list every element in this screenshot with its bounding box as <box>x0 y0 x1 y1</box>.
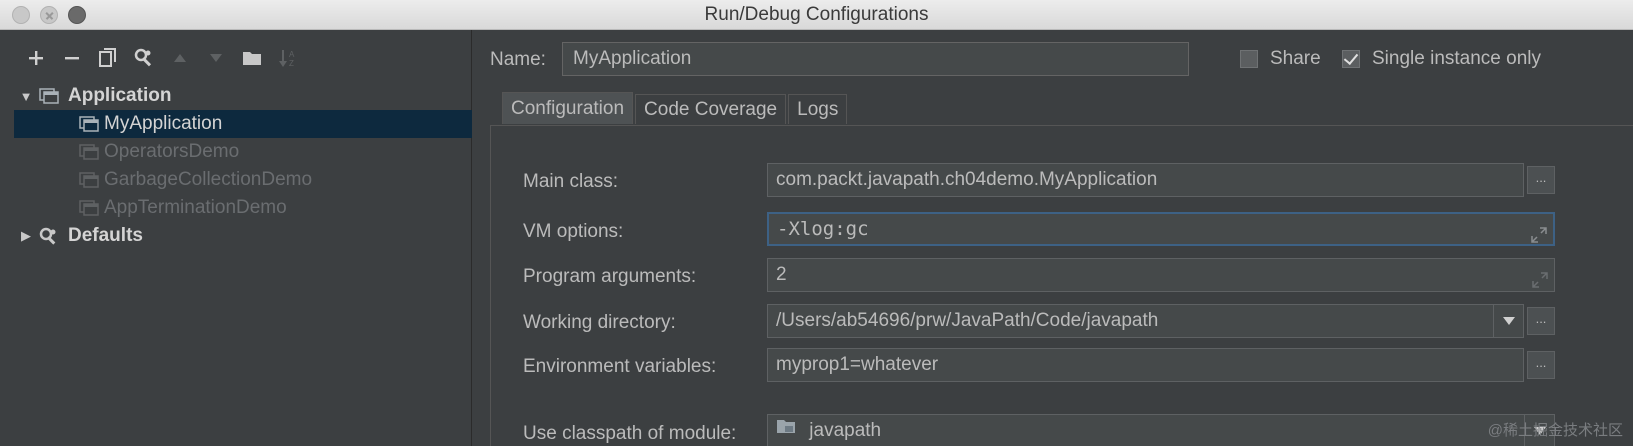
application-icon <box>78 115 100 133</box>
working-directory-value: /Users/ab54696/prw/JavaPath/Code/javapat… <box>776 310 1159 331</box>
expanded-arrow-icon[interactable]: ▼ <box>14 89 38 104</box>
configuration-panel: Main class: com.packt.javapath.ch04demo.… <box>490 125 1633 446</box>
application-icon <box>38 87 60 105</box>
tab-configuration[interactable]: Configuration <box>502 92 634 124</box>
svg-text:A: A <box>289 50 295 59</box>
tab-code-coverage[interactable]: Code Coverage <box>635 94 787 124</box>
tab-logs[interactable]: Logs <box>788 94 848 124</box>
watermark: @稀土掘金技术社区 <box>1487 422 1623 439</box>
tree-node-defaults[interactable]: ▶ Defaults <box>14 222 472 250</box>
vm-options-label: VM options: <box>523 221 624 242</box>
copy-icon[interactable] <box>90 44 126 72</box>
environment-variables-input[interactable]: myprop1=whatever <box>767 348 1524 382</box>
tree-node-label: Application <box>68 85 172 106</box>
arrow-up-icon[interactable] <box>162 44 198 72</box>
share-checkbox-box[interactable] <box>1240 50 1258 68</box>
arrow-down-icon[interactable] <box>198 44 234 72</box>
name-input[interactable]: MyApplication <box>562 42 1189 76</box>
classpath-module-select[interactable]: javapath <box>767 414 1555 446</box>
share-label: Share <box>1270 48 1321 69</box>
tree-item-appterminationdemo[interactable]: AppTerminationDemo <box>14 194 472 222</box>
program-arguments-value: 2 <box>776 264 787 285</box>
working-directory-browse-button[interactable]: ... <box>1527 307 1555 335</box>
working-directory-label: Working directory: <box>523 312 676 333</box>
configurations-toolbar: AZ <box>18 44 306 72</box>
single-instance-label: Single instance only <box>1372 48 1541 69</box>
main-class-browse-button[interactable]: ... <box>1527 166 1555 194</box>
tree-item-garbagecollectiondemo[interactable]: GarbageCollectionDemo <box>14 166 472 194</box>
wrench-icon <box>38 227 60 245</box>
application-icon <box>78 143 100 161</box>
tree-item-label: GarbageCollectionDemo <box>104 169 313 190</box>
configurations-sidebar: AZ ▼ Application MyApplication Operators… <box>0 30 472 446</box>
tree-node-application[interactable]: ▼ Application <box>14 82 472 110</box>
program-arguments-label: Program arguments: <box>523 266 697 287</box>
minus-icon[interactable] <box>54 44 90 72</box>
vm-options-input[interactable]: -Xlog:gc <box>767 212 1555 246</box>
classpath-module-label: Use classpath of module: <box>523 423 737 444</box>
application-icon <box>78 171 100 189</box>
plus-icon[interactable] <box>18 44 54 72</box>
svg-text:Z: Z <box>289 59 294 68</box>
single-instance-checkbox-box[interactable] <box>1342 50 1360 68</box>
application-icon <box>78 199 100 217</box>
title-bar: Run/Debug Configurations <box>0 0 1633 30</box>
main-class-label: Main class: <box>523 171 619 192</box>
configurations-tree: ▼ Application MyApplication OperatorsDem… <box>14 82 472 250</box>
working-directory-input[interactable]: /Users/ab54696/prw/JavaPath/Code/javapat… <box>767 304 1524 338</box>
environment-variables-browse-button[interactable]: ... <box>1527 351 1555 379</box>
main-class-input[interactable]: com.packt.javapath.ch04demo.MyApplicatio… <box>767 163 1524 197</box>
tree-item-label: MyApplication <box>104 113 223 134</box>
program-arguments-input[interactable]: 2 <box>767 258 1555 292</box>
configuration-editor: Name: MyApplication Share Single instanc… <box>472 30 1633 446</box>
name-label: Name: <box>490 49 546 70</box>
expand-icon[interactable] <box>1531 222 1547 252</box>
single-instance-checkbox[interactable]: Single instance only <box>1342 48 1541 70</box>
tree-item-label: AppTerminationDemo <box>104 197 287 218</box>
module-folder-icon <box>776 413 796 445</box>
tree-node-label: Defaults <box>68 225 143 246</box>
classpath-module-value: javapath <box>809 420 882 441</box>
config-tabs: Configuration Code Coverage Logs <box>502 92 849 124</box>
wrench-icon[interactable] <box>126 44 162 72</box>
vm-options-value: -Xlog:gc <box>777 218 869 240</box>
tree-item-operatorsdemo[interactable]: OperatorsDemo <box>14 138 472 166</box>
folder-icon[interactable] <box>234 44 270 72</box>
share-checkbox[interactable]: Share <box>1240 48 1321 70</box>
window-title: Run/Debug Configurations <box>704 4 929 25</box>
tree-item-label: OperatorsDemo <box>104 141 240 162</box>
environment-variables-label: Environment variables: <box>523 356 717 377</box>
sort-icon[interactable]: AZ <box>270 44 306 72</box>
collapsed-arrow-icon[interactable]: ▶ <box>14 228 38 244</box>
tree-item-myapplication[interactable]: MyApplication <box>14 110 472 138</box>
expand-icon[interactable] <box>1532 267 1548 299</box>
dropdown-arrow-icon[interactable] <box>1493 305 1523 337</box>
